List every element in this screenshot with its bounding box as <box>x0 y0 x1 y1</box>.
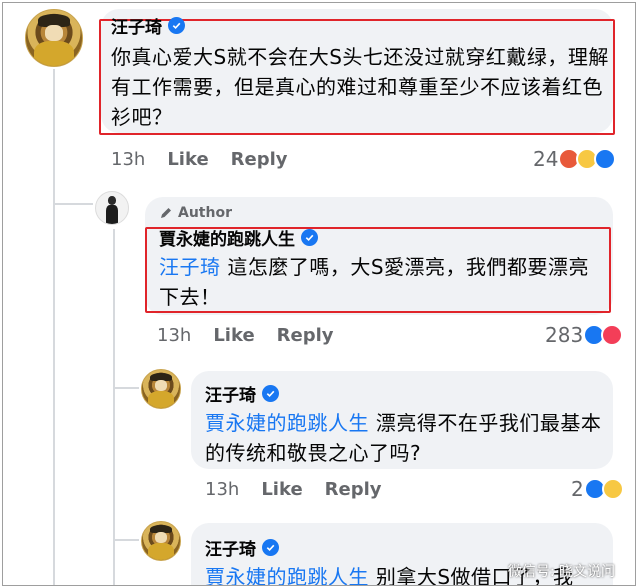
thread-connector <box>53 203 93 205</box>
avatar[interactable] <box>141 369 181 409</box>
timestamp[interactable]: 13h <box>205 479 239 500</box>
verified-badge-icon <box>301 229 318 246</box>
reaction-count: 2 <box>571 477 584 501</box>
reaction-count: 283 <box>545 323 584 347</box>
comment-text: 汪子琦 這怎麼了嗎，大S愛漂亮，我們都要漂亮下去！ <box>159 255 590 309</box>
reply-button[interactable]: Reply <box>325 479 382 500</box>
like-button[interactable]: Like <box>167 149 208 170</box>
timestamp[interactable]: 13h <box>157 325 191 346</box>
comment-actions: 13h Like Reply <box>111 149 310 170</box>
comment-text: 你真心爱大S就不会在大S头七还没过就穿红戴绿，理解有工作需要，但是真心的难过和尊… <box>111 45 609 129</box>
reaction-count: 24 <box>533 147 559 171</box>
reactions-summary[interactable]: 24 <box>533 147 617 171</box>
timestamp[interactable]: 13h <box>111 149 145 170</box>
thread-connector <box>113 387 139 389</box>
thread-connector <box>113 539 139 541</box>
thread-connector <box>53 69 55 585</box>
verified-badge-icon <box>262 385 279 402</box>
comment-author-name[interactable]: 汪子琦 <box>205 535 256 560</box>
comment-actions: 13h Like Reply <box>157 325 356 346</box>
reactions-summary[interactable]: 2 <box>571 477 624 501</box>
like-button[interactable]: Like <box>213 325 254 346</box>
verified-badge-icon <box>262 539 279 556</box>
verified-badge-icon <box>168 17 185 34</box>
reactions-summary[interactable]: 283 <box>545 323 624 347</box>
avatar[interactable] <box>95 191 129 225</box>
author-badge: Author <box>178 205 232 221</box>
like-button[interactable]: Like <box>261 479 302 500</box>
comment-author-name[interactable]: 汪子琦 <box>205 381 256 406</box>
comment-author-name[interactable]: 汪子琦 <box>111 13 162 38</box>
comment-author-name[interactable]: 賈永婕的跑跳人生 <box>159 225 295 250</box>
wow-reaction-icon <box>601 478 624 500</box>
thread-connector <box>113 229 115 585</box>
avatar[interactable] <box>141 521 181 561</box>
pencil-icon <box>161 208 171 218</box>
comment-text: 賈永婕的跑跳人生 漂亮得不在乎我们最基本的传统和敬畏之心了吗? <box>205 411 602 465</box>
avatar[interactable] <box>25 9 83 67</box>
comment-thread: 汪子琦 你真心爱大S就不会在大S头七还没过就穿红戴绿，理解有工作需要，但是真心的… <box>2 2 636 586</box>
mention-link[interactable]: 汪子琦 <box>159 255 221 279</box>
love-reaction-icon <box>601 324 624 346</box>
like-reaction-icon <box>594 148 617 170</box>
reply-button[interactable]: Reply <box>277 325 334 346</box>
watermark: 微信号: 晓文说问 <box>507 564 615 580</box>
mention-link[interactable]: 賈永婕的跑跳人生 <box>205 411 369 435</box>
mention-link[interactable]: 賈永婕的跑跳人生 <box>205 565 369 585</box>
comment-actions: 13h Like Reply <box>205 479 404 500</box>
reply-button[interactable]: Reply <box>231 149 288 170</box>
